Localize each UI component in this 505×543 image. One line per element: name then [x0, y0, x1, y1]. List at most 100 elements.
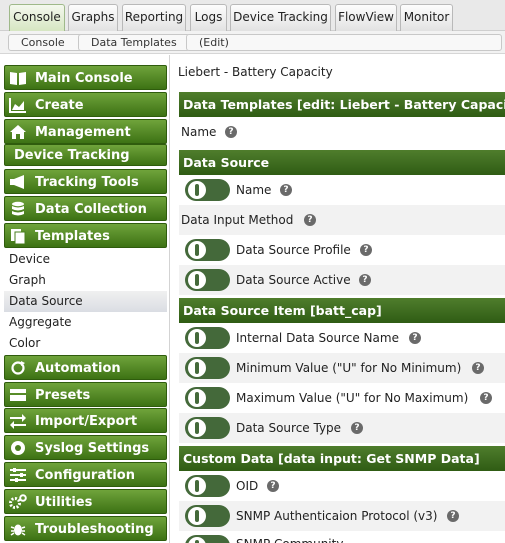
sidebar-item-utilities[interactable]: Utilities — [4, 489, 167, 514]
top-tab-bar: Console Graphs Reporting Logs Device Tra… — [0, 0, 505, 31]
section-header-data-templates: Data Templates [edit: Liebert - Battery … — [179, 92, 505, 117]
ds-active-label: Data Source Active — [236, 273, 351, 287]
ds-active-toggle[interactable] — [185, 269, 230, 291]
help-icon[interactable]: ? — [351, 422, 363, 434]
min-value-label: Minimum Value ("U" for No Minimum) — [236, 361, 462, 375]
help-icon[interactable]: ? — [359, 274, 371, 286]
lifebuoy-icon — [9, 440, 27, 456]
toggle-knob — [188, 329, 206, 347]
tab-reporting[interactable]: Reporting — [122, 4, 186, 31]
sidebar-item-presets[interactable]: Presets — [4, 382, 167, 407]
toggle-knob — [188, 181, 206, 199]
toggle-knob — [188, 419, 206, 437]
section-header-custom-data: Custom Data [data input: Get SNMP Data] — [179, 446, 505, 471]
data-input-method-label: Data Input Method — [181, 213, 294, 227]
sidebar-item-device-tracking[interactable]: Device Tracking — [4, 144, 167, 166]
breadcrumb-data-templates[interactable]: Data Templates — [78, 34, 190, 51]
sidebar-item-create[interactable]: Create — [4, 92, 167, 117]
help-icon[interactable]: ? — [472, 362, 484, 374]
toggle-knob — [188, 241, 206, 259]
max-value-label: Maximum Value ("U" for No Maximum) — [236, 391, 469, 405]
tab-graphs[interactable]: Graphs — [68, 4, 118, 31]
cogs-icon — [9, 494, 27, 510]
ds-name-toggle[interactable] — [185, 179, 230, 201]
tab-logs[interactable]: Logs — [190, 4, 227, 31]
section-header-data-source: Data Source — [179, 150, 505, 175]
refresh-icon — [9, 360, 27, 376]
bug-icon — [9, 521, 27, 537]
internal-ds-name-toggle[interactable] — [185, 327, 230, 349]
toggle-knob — [188, 389, 206, 407]
presets-icon — [9, 387, 27, 403]
min-value-toggle[interactable] — [185, 357, 230, 379]
help-icon[interactable]: ? — [267, 480, 279, 492]
breadcrumb-console[interactable]: Console — [8, 34, 83, 51]
sidebar-item-label: Tracking Tools — [35, 175, 139, 190]
sidebar-item-label: Troubleshooting — [35, 522, 154, 537]
help-icon[interactable]: ? — [480, 392, 492, 404]
help-icon[interactable]: ? — [304, 214, 316, 226]
help-icon[interactable]: ? — [360, 244, 372, 256]
ds-profile-label: Data Source Profile — [236, 243, 351, 257]
sidebar-subitem-data-source[interactable]: Data Source — [4, 291, 167, 312]
snmp-auth-label: SNMP Authenticaion Protocol (v3) — [236, 509, 438, 523]
help-icon[interactable]: ? — [225, 126, 237, 138]
form-row-ds-name: Name ? — [179, 175, 505, 205]
ds-profile-toggle[interactable] — [185, 239, 230, 261]
snmp-community-label: SNMP Community — [236, 531, 343, 543]
help-icon[interactable]: ? — [409, 332, 421, 344]
form-row-max-value: Maximum Value ("U" for No Maximum) ? — [179, 383, 505, 413]
page-title: Liebert - Battery Capacity — [178, 65, 333, 79]
form-row-snmp-community: SNMP Community — [179, 531, 505, 543]
toggle-knob — [188, 271, 206, 289]
form-row-ds-active: Data Source Active ? — [179, 265, 505, 295]
sliders-icon — [9, 467, 27, 483]
sidebar-item-troubleshooting[interactable]: Troubleshooting — [4, 516, 167, 541]
sidebar-item-main-console[interactable]: Main Console — [4, 65, 167, 90]
sidebar-item-label: Create — [35, 98, 84, 113]
sidebar-item-syslog-settings[interactable]: Syslog Settings — [4, 435, 167, 460]
sidebar-item-import-export[interactable]: Import/Export — [4, 408, 167, 433]
sidebar-subitem-device[interactable]: Device — [4, 249, 167, 270]
breadcrumb-edit: (Edit) — [186, 34, 502, 51]
sidebar-item-tracking-tools[interactable]: Tracking Tools — [4, 169, 167, 194]
sidebar-item-data-collection[interactable]: Data Collection — [4, 196, 167, 221]
sidebar-item-automation[interactable]: Automation — [4, 355, 167, 380]
tab-device-tracking[interactable]: Device Tracking — [230, 4, 331, 31]
sidebar-subitem-graph[interactable]: Graph — [4, 270, 167, 291]
ds-name-label: Name — [236, 183, 272, 197]
snmp-community-toggle[interactable] — [185, 535, 230, 543]
database-icon — [9, 201, 27, 217]
toggle-knob — [188, 477, 206, 495]
breadcrumb: Console Data Templates (Edit) — [0, 31, 505, 54]
sidebar-item-templates[interactable]: Templates — [4, 223, 167, 248]
sidebar-item-label: Configuration — [35, 468, 135, 483]
form-row-data-input-method: Data Input Method ? — [179, 205, 505, 235]
section-header-data-source-item: Data Source Item [batt_cap] — [179, 298, 505, 323]
sidebar-subitem-aggregate[interactable]: Aggregate — [4, 312, 167, 333]
sidebar-item-management[interactable]: Management — [4, 119, 167, 144]
sidebar-item-label: Main Console — [35, 71, 133, 86]
sidebar-subitem-color[interactable]: Color — [4, 333, 167, 354]
sidebar-item-configuration[interactable]: Configuration — [4, 462, 167, 487]
max-value-toggle[interactable] — [185, 387, 230, 409]
snmp-auth-toggle[interactable] — [185, 505, 230, 527]
book-icon — [9, 70, 27, 86]
toggle-knob — [188, 507, 206, 525]
toggle-knob — [188, 359, 206, 377]
oid-toggle[interactable] — [185, 475, 230, 497]
ds-type-toggle[interactable] — [185, 417, 230, 439]
tab-console[interactable]: Console — [9, 4, 65, 31]
form-row-min-value: Minimum Value ("U" for No Minimum) ? — [179, 353, 505, 383]
oid-label: OID — [236, 479, 259, 493]
form-row-internal-ds-name: Internal Data Source Name ? — [179, 323, 505, 353]
sidebar-item-label: Templates — [35, 229, 110, 244]
form-row-name: Name ? — [179, 117, 505, 147]
chart-area-icon — [9, 97, 27, 113]
tab-monitor[interactable]: Monitor — [400, 4, 453, 31]
form-row-ds-type: Data Source Type ? — [179, 413, 505, 443]
tab-flowview[interactable]: FlowView — [335, 4, 397, 31]
help-icon[interactable]: ? — [447, 510, 459, 522]
help-icon[interactable]: ? — [280, 184, 292, 196]
sidebar-item-label: Utilities — [35, 495, 93, 510]
